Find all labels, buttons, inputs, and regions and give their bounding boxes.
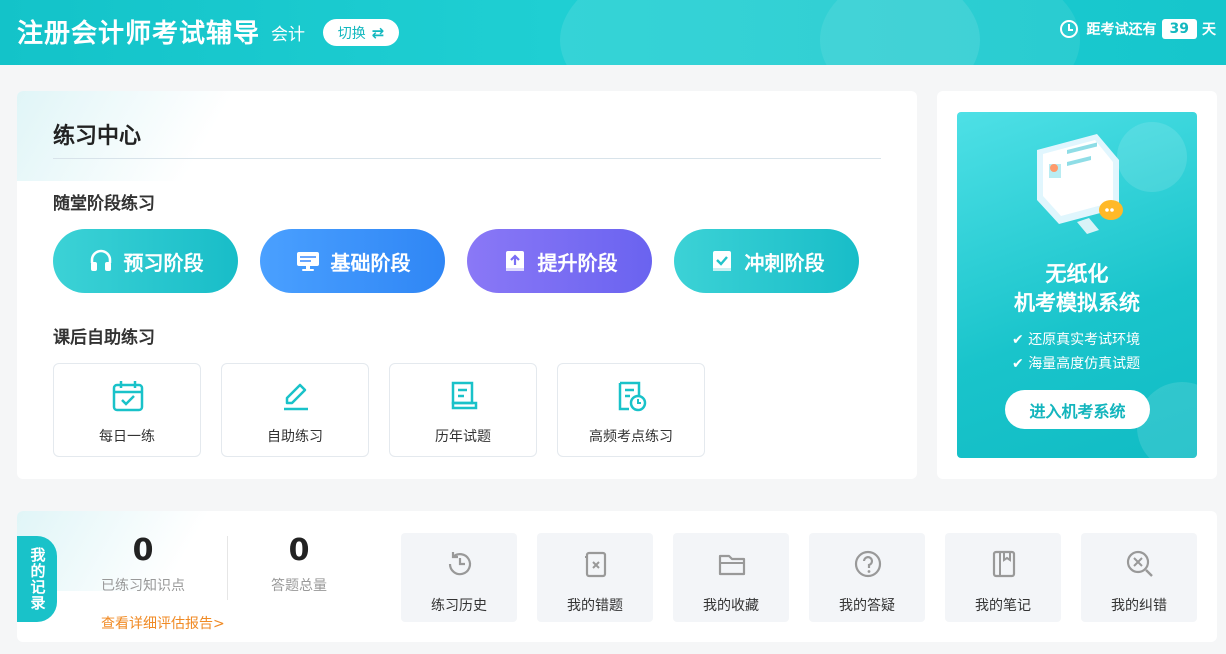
headphones-icon (88, 248, 114, 274)
answer-total-value: 0 (239, 533, 359, 568)
switch-arrows-icon: ⇄ (372, 24, 385, 42)
countdown-prefix: 距考试还有 (1087, 19, 1157, 39)
answer-total-label: 答题总量 (239, 575, 359, 595)
current-subject: 会计 (271, 20, 305, 45)
check-book-icon (709, 248, 735, 274)
countdown-days: 39 (1162, 19, 1197, 39)
countdown-suffix: 天 (1202, 19, 1216, 39)
stage-label: 提升阶段 (538, 247, 618, 276)
search-x-icon (1125, 549, 1155, 579)
record-item-label: 我的答疑 (809, 595, 925, 615)
pencil-icon (279, 379, 313, 413)
self-practice-label: 课后自助练习 (53, 323, 155, 348)
record-item-label: 我的收藏 (673, 595, 789, 615)
switch-subject-button[interactable]: 切换 ⇄ (323, 19, 399, 46)
promo-feature: ✔ 海量高度仿真试题 (1012, 353, 1140, 373)
practice-center-title: 练习中心 (53, 118, 141, 150)
view-report-link[interactable]: 查看详细评估报告> (101, 613, 225, 633)
stage-advance-button[interactable]: 提升阶段 (467, 229, 652, 293)
computer-exam-promo-panel: 无纸化 机考模拟系统 ✔ 还原真实考试环境 ✔ 海量高度仿真试题 进入机考系统 (937, 91, 1217, 479)
check-icon: ✔ (1012, 356, 1024, 372)
practiced-points-value: 0 (83, 533, 203, 568)
stage-basic-button[interactable]: 基础阶段 (260, 229, 445, 293)
stage-preview-button[interactable]: 预习阶段 (53, 229, 238, 293)
self-practice-card[interactable]: 自助练习 (221, 363, 369, 457)
scroll-paper-icon (447, 379, 481, 413)
title-divider (53, 158, 881, 159)
my-qa-button[interactable]: 我的答疑 (809, 533, 925, 622)
record-item-label: 我的错题 (537, 595, 653, 615)
top-header: 注册会计师考试辅导 会计 切换 ⇄ 距考试还有 39 天 (0, 0, 1226, 65)
practice-history-button[interactable]: 练习历史 (401, 533, 517, 622)
computer-illustration-icon (1027, 130, 1137, 240)
stats-divider (227, 536, 228, 600)
daily-practice-card[interactable]: 每日一练 (53, 363, 201, 457)
stage-label: 冲刺阶段 (745, 247, 825, 276)
history-icon (445, 549, 475, 579)
folder-icon (717, 549, 747, 579)
stage-label: 预习阶段 (124, 247, 204, 276)
my-notes-button[interactable]: 我的笔记 (945, 533, 1061, 622)
promo-title-line2: 机考模拟系统 (957, 287, 1197, 317)
enter-exam-system-button[interactable]: 进入机考系统 (1005, 390, 1150, 429)
exam-countdown: 距考试还有 39 天 (1060, 19, 1216, 39)
past-exams-card[interactable]: 历年试题 (389, 363, 537, 457)
practiced-points-label: 已练习知识点 (83, 575, 203, 595)
hot-points-card[interactable]: 高频考点练习 (557, 363, 705, 457)
wrong-book-icon (581, 549, 611, 579)
stage-practice-label: 随堂阶段练习 (53, 189, 155, 214)
my-wrong-questions-button[interactable]: 我的错题 (537, 533, 653, 622)
question-icon (853, 549, 883, 579)
my-records-tag: 我的记录 (17, 536, 57, 622)
self-item-label: 自助练习 (222, 426, 368, 446)
calendar-check-icon (111, 379, 145, 413)
my-records-panel: 我的记录 0 已练习知识点 0 答题总量 查看详细评估报告> 练习历史 我的错题… (17, 511, 1217, 642)
self-item-label: 历年试题 (390, 426, 536, 446)
document-clock-icon (615, 379, 649, 413)
stage-label: 基础阶段 (331, 247, 411, 276)
self-item-label: 每日一练 (54, 426, 200, 446)
stage-sprint-button[interactable]: 冲刺阶段 (674, 229, 859, 293)
app-title: 注册会计师考试辅导 (17, 13, 260, 50)
monitor-icon (295, 248, 321, 274)
record-item-label: 练习历史 (401, 595, 517, 615)
my-corrections-button[interactable]: 我的纠错 (1081, 533, 1197, 622)
self-item-label: 高频考点练习 (558, 426, 704, 446)
upload-book-icon (502, 248, 528, 274)
notebook-icon (989, 549, 1019, 579)
promo-banner[interactable]: 无纸化 机考模拟系统 ✔ 还原真实考试环境 ✔ 海量高度仿真试题 进入机考系统 (957, 112, 1197, 458)
my-favorites-button[interactable]: 我的收藏 (673, 533, 789, 622)
header-decoration (820, 0, 1080, 65)
record-item-label: 我的笔记 (945, 595, 1061, 615)
switch-label: 切换 (338, 23, 366, 43)
promo-feature: ✔ 还原真实考试环境 (1012, 329, 1140, 349)
clock-icon (1060, 20, 1078, 38)
practice-center-panel: 练习中心 随堂阶段练习 预习阶段 基础阶段 提升阶段 冲刺阶段 课后自助练习 每… (17, 91, 917, 479)
promo-title-line1: 无纸化 (957, 258, 1197, 288)
record-item-label: 我的纠错 (1081, 595, 1197, 615)
check-icon: ✔ (1012, 332, 1024, 348)
